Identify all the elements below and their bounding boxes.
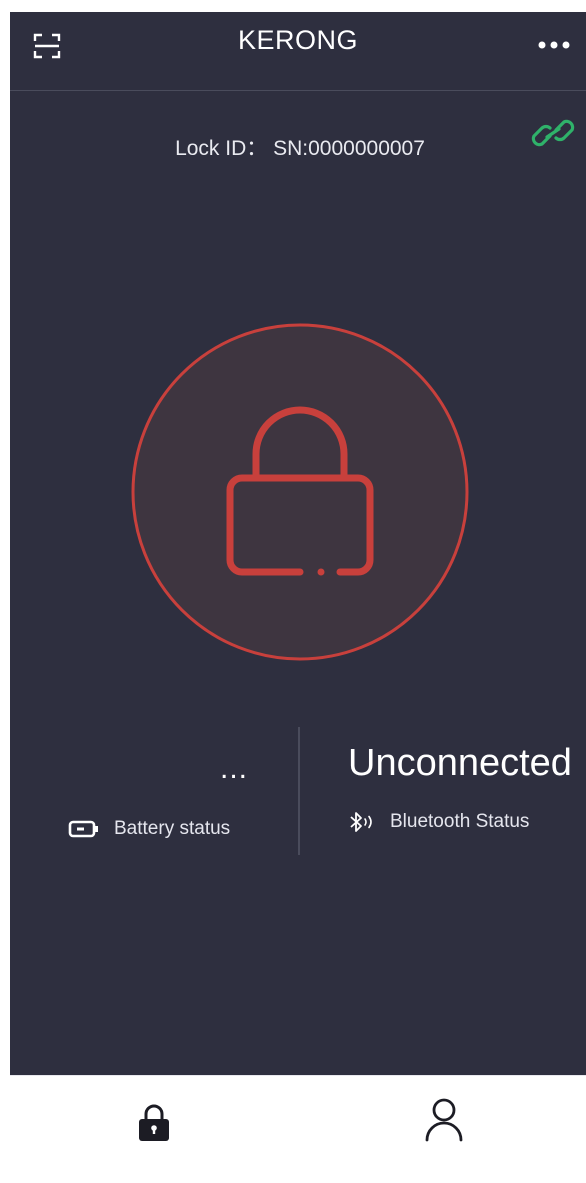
- battery-section: ... Battery status: [10, 752, 300, 872]
- nav-tab-lock[interactable]: [132, 1100, 176, 1144]
- more-icon: [538, 41, 570, 49]
- lock-id-label: Lock ID：: [175, 137, 268, 160]
- nav-tab-profile[interactable]: [422, 1096, 466, 1146]
- battery-value: ...: [219, 752, 248, 785]
- bluetooth-value: Unconnected: [348, 742, 572, 784]
- bluetooth-section: Unconnected Bluetooth Status: [300, 734, 586, 874]
- bluetooth-icon: [350, 812, 372, 832]
- battery-label-row: Battery status: [68, 818, 230, 840]
- lock-id-value: SN:0000000007: [273, 137, 425, 160]
- bluetooth-label-row: Bluetooth Status: [348, 810, 529, 834]
- app-screen: KERONG Lock ID： SN:0000000007 ... Batter…: [10, 12, 586, 1182]
- link-button[interactable]: [530, 112, 576, 154]
- lock-icon: [139, 1104, 169, 1141]
- lock-icon: [131, 323, 469, 661]
- bluetooth-label: Bluetooth Status: [390, 811, 530, 832]
- battery-icon: [68, 820, 98, 838]
- battery-label: Battery status: [114, 818, 231, 839]
- unlock-button[interactable]: [130, 322, 470, 662]
- lock-id: Lock ID： SN:0000000007: [10, 132, 586, 162]
- bottom-nav: [10, 1075, 586, 1183]
- app-title: KERONG: [237, 25, 359, 55]
- more-button[interactable]: [536, 38, 572, 50]
- user-icon: [425, 1098, 463, 1142]
- top-bar: KERONG: [10, 12, 586, 91]
- link-icon: [531, 119, 575, 147]
